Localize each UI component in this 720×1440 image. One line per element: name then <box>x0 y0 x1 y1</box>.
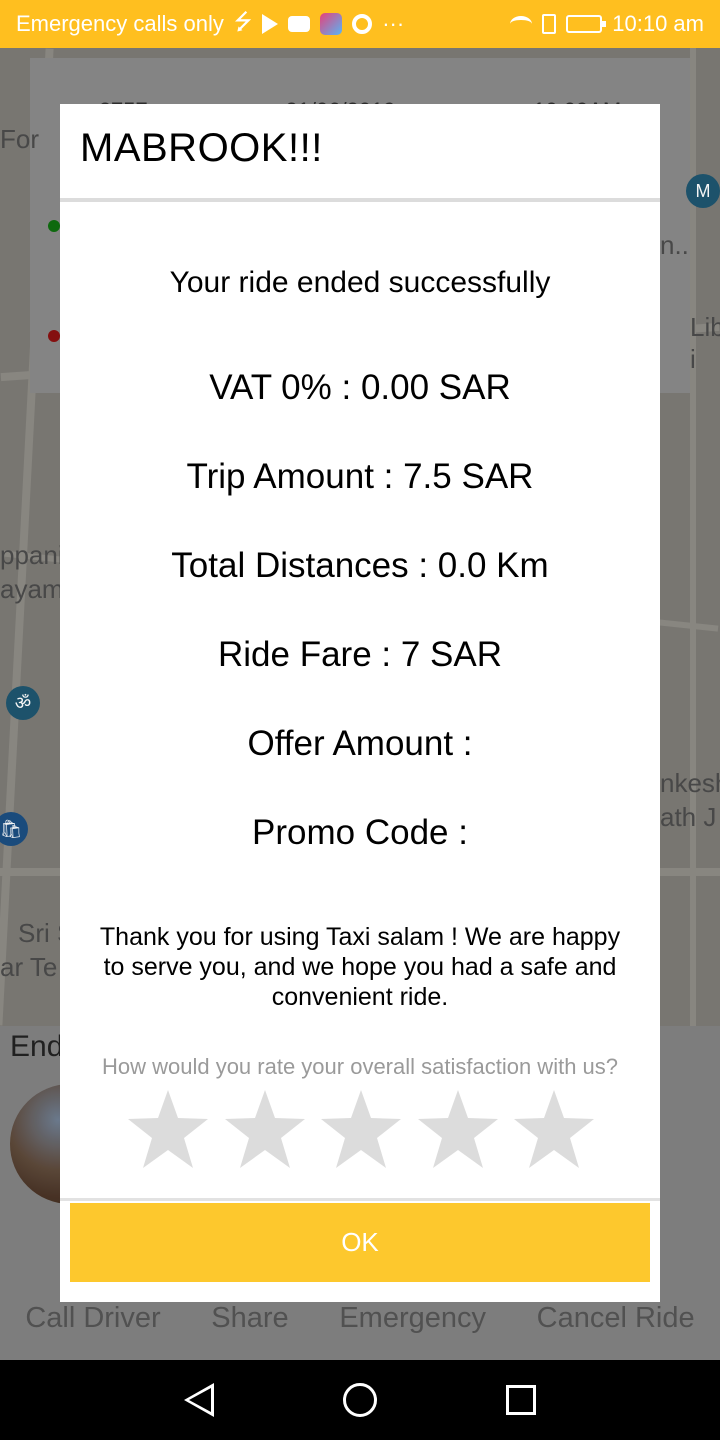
status-time: 10:10 am <box>612 11 704 36</box>
sim-alert-icon <box>542 14 557 34</box>
star-icon[interactable] <box>512 1088 596 1172</box>
trip-amount-line: Trip Amount : 7.5 SAR <box>186 457 534 496</box>
usb-icon: ⭍ <box>233 9 253 34</box>
status-bar: Emergency calls only ⭍ ··· 10:10 am <box>0 0 720 48</box>
offer-amount-line: Offer Amount : <box>247 724 473 763</box>
dialog-divider <box>60 198 660 202</box>
overflow-icon: ··· <box>382 11 405 36</box>
status-right: 10:10 am <box>510 11 704 37</box>
star-icon[interactable] <box>319 1088 403 1172</box>
star-icon[interactable] <box>223 1088 307 1172</box>
vat-line: VAT 0% : 0.00 SAR <box>209 368 511 407</box>
dialog-title: MABROOK!!! <box>80 126 323 170</box>
status-left: Emergency calls only ⭍ ··· <box>16 5 510 43</box>
ride-summary-dialog: MABROOK!!! Your ride ended successfully … <box>60 104 660 1302</box>
promo-code-line: Promo Code : <box>252 813 468 852</box>
youtube-icon <box>288 16 311 32</box>
star-icon[interactable] <box>126 1088 210 1172</box>
back-icon[interactable] <box>184 1383 215 1417</box>
dialog-divider <box>60 1198 660 1201</box>
wifi-icon <box>510 16 533 32</box>
ok-button[interactable]: OK <box>70 1203 650 1282</box>
chrome-icon <box>352 14 373 34</box>
thank-you-message: Thank you for using Taxi salam ! We are … <box>99 923 621 1011</box>
ride-ended-message: Your ride ended successfully <box>169 266 551 299</box>
star-rating[interactable] <box>126 1088 596 1172</box>
system-nav-bar <box>0 1360 720 1440</box>
star-icon[interactable] <box>416 1088 500 1172</box>
recents-icon[interactable] <box>505 1385 536 1415</box>
play-store-icon <box>262 14 279 34</box>
ride-fare-line: Ride Fare : 7 SAR <box>218 635 502 674</box>
total-distance-line: Total Distances : 0.0 Km <box>171 546 549 585</box>
carrier-text: Emergency calls only <box>16 11 224 36</box>
battery-icon <box>566 15 607 33</box>
honor-app-icon <box>320 13 343 35</box>
rating-question: How would you rate your overall satisfac… <box>101 1054 619 1079</box>
home-icon[interactable] <box>342 1383 377 1417</box>
